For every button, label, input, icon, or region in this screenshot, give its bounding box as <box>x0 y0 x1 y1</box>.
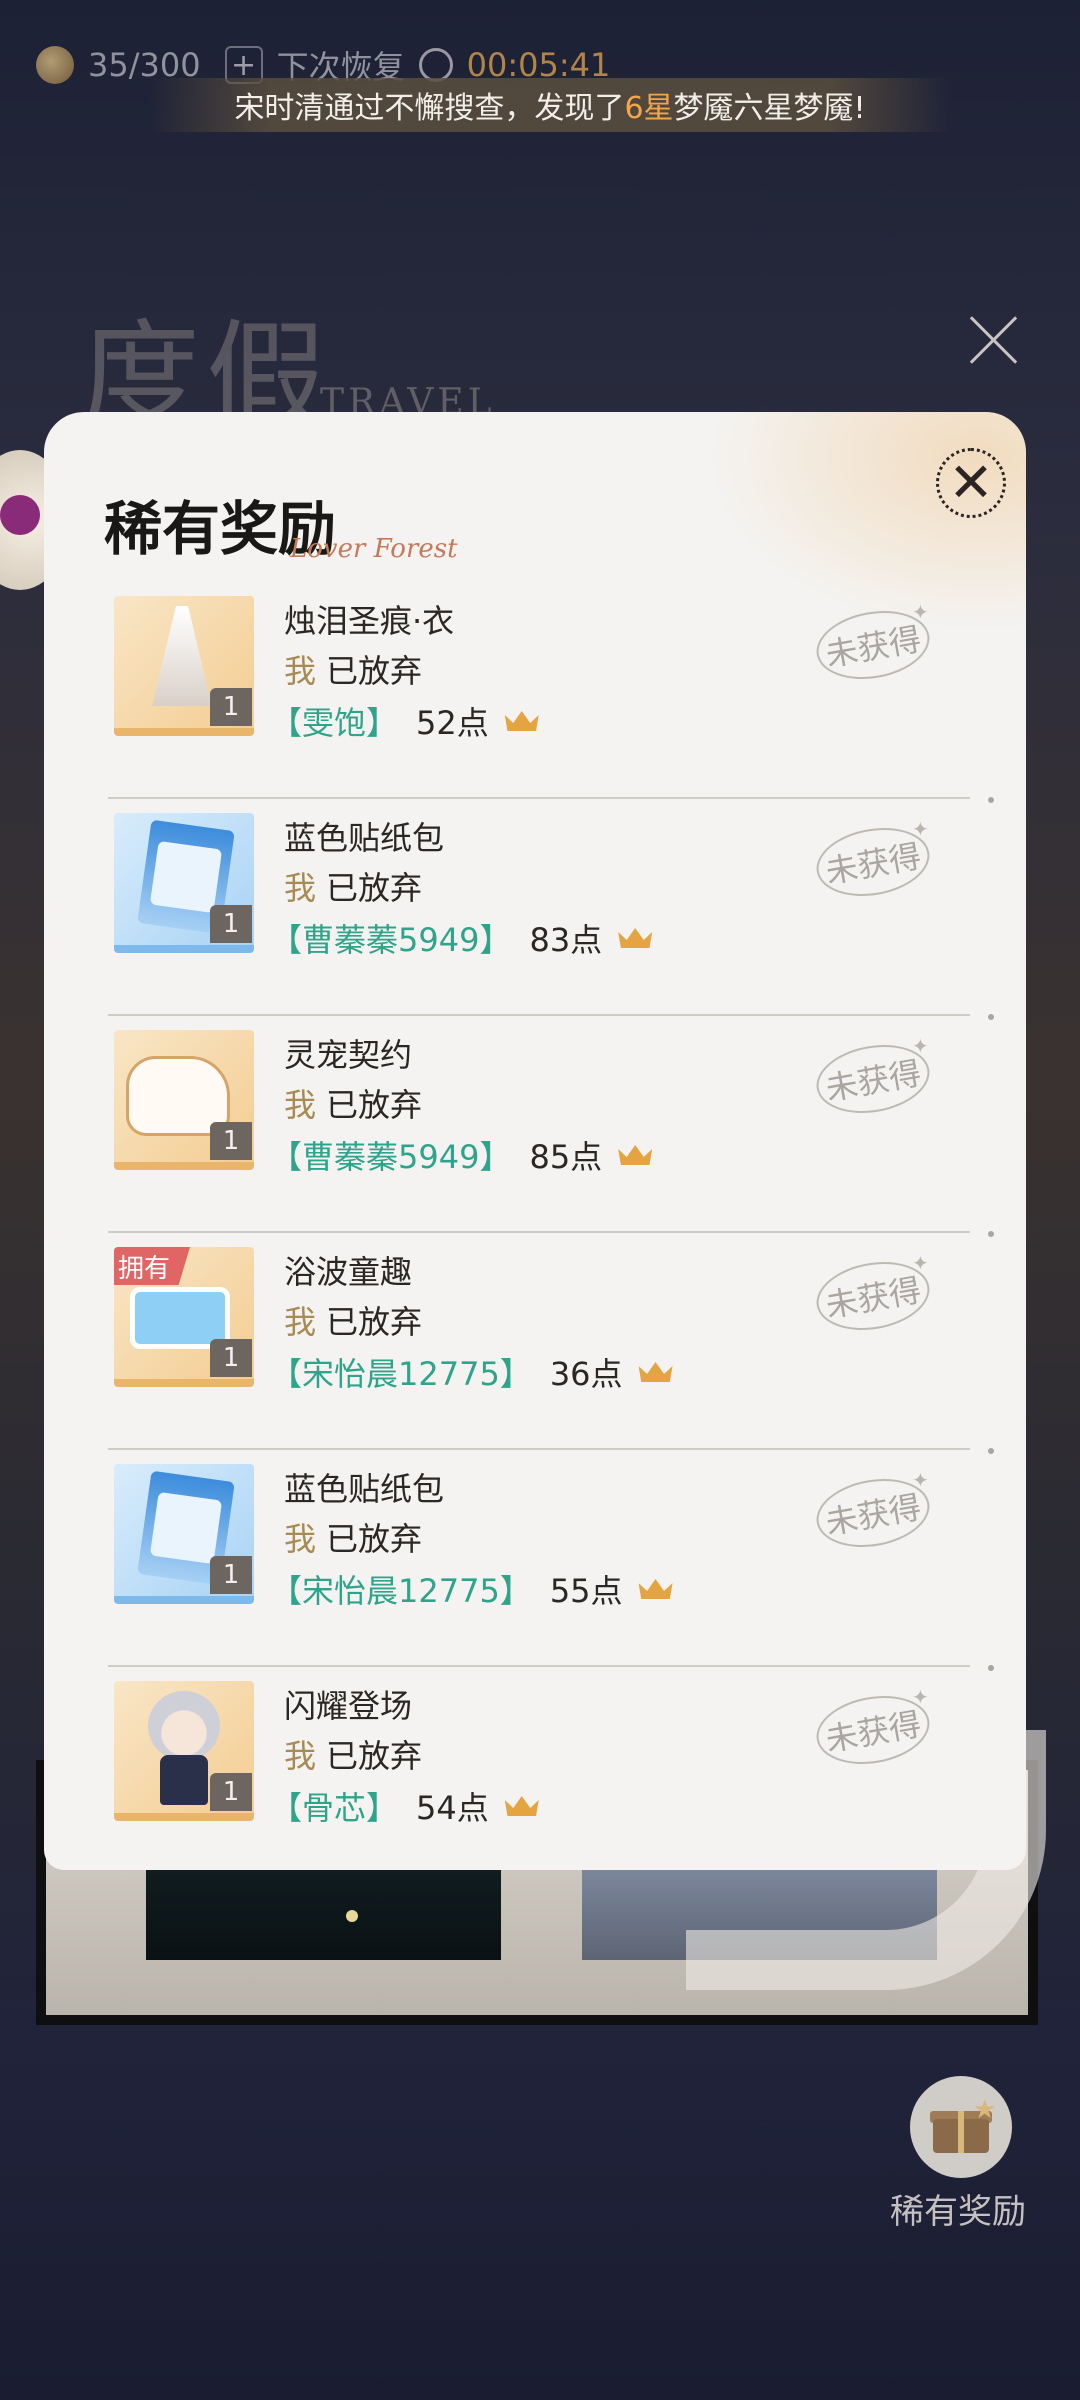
owned-badge: 拥有 <box>114 1247 190 1285</box>
reward-name: 蓝色贴纸包 <box>284 819 445 857</box>
winner-points: 36点 <box>549 1355 623 1393</box>
reward-status: 我已放弃 <box>284 1086 423 1124</box>
reward-thumbnail[interactable]: 1 <box>114 1030 254 1170</box>
reward-thumbnail[interactable]: 1 <box>114 1681 254 1821</box>
sparkle-icon: ✦ <box>912 1251 929 1275</box>
reward-status: 我已放弃 <box>284 869 423 907</box>
reward-status: 我已放弃 <box>284 1303 423 1341</box>
winner-points: 52点 <box>416 704 489 742</box>
crown-icon <box>618 924 652 952</box>
winner-points: 85点 <box>529 1138 603 1176</box>
reward-thumbnail[interactable]: 1 <box>114 596 254 736</box>
reward-thumbnail[interactable]: 1 <box>114 813 254 953</box>
reward-row: 1 蓝色贴纸包 我已放弃 【宋怡晨12775】 55点 未获得 ✦ <box>44 1450 1026 1671</box>
crown-icon <box>618 1141 652 1169</box>
crown-icon <box>505 707 539 735</box>
winner-points: 55点 <box>549 1572 623 1610</box>
reward-name: 灵宠契约 <box>284 1036 413 1074</box>
crown-icon <box>639 1358 673 1386</box>
reward-row: 1 蓝色贴纸包 我已放弃 【曹蓁蓁5949】 83点 未获得 ✦ <box>44 799 1026 1020</box>
reward-status: 我已放弃 <box>284 1520 423 1558</box>
winner-points: 54点 <box>416 1789 489 1827</box>
reward-name: 浴波童趣 <box>284 1253 413 1291</box>
rare-reward-button[interactable]: ★ <box>910 2076 1012 2178</box>
reward-winner: 【宋怡晨12775】 55点 <box>270 1566 673 1612</box>
close-icon: ✕ <box>948 451 994 514</box>
reward-row: 拥有 1 浴波童趣 我已放弃 【宋怡晨12775】 36点 未获得 ✦ <box>44 1233 1026 1454</box>
rose-icon <box>36 46 74 84</box>
reward-winner: 【曹蓁蓁5949】 85点 <box>270 1132 652 1178</box>
item-count: 1 <box>210 1556 252 1594</box>
modal-script-logo: Lover Forest <box>290 534 458 564</box>
reward-row: 1 灵宠契约 我已放弃 【曹蓁蓁5949】 85点 未获得 ✦ <box>44 1016 1026 1237</box>
reward-winner: 【宋怡晨12775】 36点 <box>270 1349 673 1395</box>
crown-icon <box>505 1792 539 1820</box>
item-count: 1 <box>210 1122 252 1160</box>
reward-status: 我已放弃 <box>284 1737 423 1775</box>
reward-status: 我已放弃 <box>284 652 423 690</box>
item-count: 1 <box>210 905 252 943</box>
night-photo <box>146 1870 501 1960</box>
reward-thumbnail[interactable]: 拥有 1 <box>114 1247 254 1387</box>
close-button[interactable]: ✕ <box>936 448 1006 518</box>
sparkle-icon: ✦ <box>912 1685 929 1709</box>
broadcast-notice: 宋时清通过不懈搜查，发现了 6星 梦魇六星梦魇! <box>150 78 950 132</box>
rare-reward-modal: 稀有奖励 Lover Forest ✕ 1 烛泪圣痕·衣 我已放弃 【雯饱】 5… <box>44 412 1026 1870</box>
reward-winner: 【雯饱】 52点 <box>270 698 539 744</box>
item-count: 1 <box>210 1773 252 1811</box>
sparkle-icon: ✦ <box>912 1034 929 1058</box>
reward-thumbnail[interactable]: 1 <box>114 1464 254 1604</box>
sparkle-icon: ✦ <box>912 817 929 841</box>
item-count: 1 <box>210 1339 252 1377</box>
reward-winner: 【骨芯】 54点 <box>270 1783 539 1829</box>
sparkle-icon: ✦ <box>912 600 929 624</box>
reward-row: 1 闪耀登场 我已放弃 【骨芯】 54点 未获得 ✦ <box>44 1667 1026 1870</box>
background-close-icon[interactable] <box>966 312 1022 368</box>
reward-name: 蓝色贴纸包 <box>284 1470 445 1508</box>
reward-name: 闪耀登场 <box>284 1687 413 1725</box>
clock-icon <box>418 48 453 82</box>
reward-winner: 【曹蓁蓁5949】 83点 <box>270 915 652 961</box>
rare-reward-label: 稀有奖励 <box>890 2192 1026 2232</box>
reward-list: 1 烛泪圣痕·衣 我已放弃 【雯饱】 52点 未获得 ✦ 1 蓝色贴纸包 我已放… <box>44 582 1026 1870</box>
item-count: 1 <box>210 688 252 726</box>
reward-name: 烛泪圣痕·衣 <box>284 602 455 640</box>
gift-icon: ★ <box>930 2095 996 2153</box>
winner-points: 83点 <box>529 921 603 959</box>
crown-icon <box>639 1575 673 1603</box>
reward-row: 1 烛泪圣痕·衣 我已放弃 【雯饱】 52点 未获得 ✦ <box>44 582 1026 803</box>
sparkle-icon: ✦ <box>912 1468 929 1492</box>
